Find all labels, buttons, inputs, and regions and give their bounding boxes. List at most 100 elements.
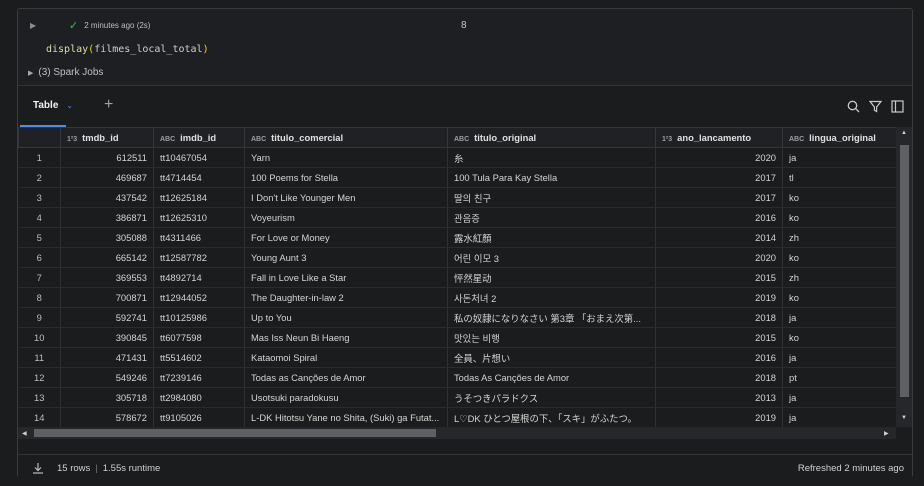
table-cell[interactable]: Up to You bbox=[244, 307, 448, 328]
vertical-scrollbar[interactable]: ▲ ▼ bbox=[896, 127, 912, 427]
table-row[interactable]: 5 305088 tt4311466 For Love or Money 露水紅顏 201… bbox=[18, 227, 896, 248]
panel-toggle-icon[interactable] bbox=[890, 99, 904, 113]
table-cell[interactable]: ja bbox=[782, 407, 896, 427]
table-cell[interactable]: Todas as Canções de Amor bbox=[244, 367, 448, 388]
table-cell[interactable]: tt12587782 bbox=[153, 247, 245, 268]
table-cell[interactable]: Voyeurism bbox=[244, 207, 448, 228]
add-tab-icon[interactable]: + bbox=[104, 96, 113, 114]
table-cell[interactable]: 2015 bbox=[655, 327, 783, 348]
table-row[interactable]: 11 471431 tt5514602 Kataomoi Spiral 全員、片想い 20… bbox=[18, 347, 896, 368]
table-cell[interactable]: 2017 bbox=[655, 187, 783, 208]
search-icon[interactable] bbox=[846, 99, 860, 113]
row-number[interactable]: 14 bbox=[18, 407, 61, 427]
table-cell[interactable]: 2019 bbox=[655, 287, 783, 308]
row-number[interactable]: 2 bbox=[18, 167, 61, 188]
table-cell[interactable]: 全員、片想い bbox=[447, 347, 656, 368]
table-row[interactable]: 7 369553 tt4892714 Fall in Love Like a Star… bbox=[18, 267, 896, 288]
column-header-imdb_id[interactable]: ABC imdb_id bbox=[153, 127, 245, 148]
table-cell[interactable]: 露水紅顏 bbox=[447, 227, 656, 248]
filter-icon[interactable] bbox=[868, 99, 882, 113]
code-editor[interactable]: display(filmes_local_total) bbox=[18, 43, 912, 69]
table-cell[interactable]: ko bbox=[782, 327, 896, 348]
scroll-up-icon[interactable]: ▲ bbox=[901, 130, 907, 136]
row-number[interactable]: 4 bbox=[18, 207, 61, 228]
table-row[interactable]: 8 700871 tt12944052 The Daughter-in-law 2 사돈… bbox=[18, 287, 896, 308]
table-cell[interactable]: L♡DK ひとつ屋根の下、「スキ」がふたつ。 bbox=[447, 407, 656, 427]
table-cell[interactable]: 2020 bbox=[655, 247, 783, 268]
table-cell[interactable]: 700871 bbox=[60, 287, 154, 308]
row-number[interactable]: 8 bbox=[18, 287, 61, 308]
table-cell[interactable]: 어린 이모 3 bbox=[447, 247, 656, 268]
horizontal-scroll-thumb[interactable] bbox=[34, 429, 436, 437]
table-cell[interactable]: ko bbox=[782, 247, 896, 268]
table-cell[interactable]: 糸 bbox=[447, 147, 656, 168]
table-cell[interactable]: Usotsuki paradokusu bbox=[244, 387, 448, 408]
table-cell[interactable]: 私の奴隷になりなさい 第3章 「おまえ次第... bbox=[447, 307, 656, 328]
table-cell[interactable]: tt4892714 bbox=[153, 267, 245, 288]
table-cell[interactable]: tt4311466 bbox=[153, 227, 245, 248]
table-cell[interactable]: tt5514602 bbox=[153, 347, 245, 368]
table-cell[interactable]: I Don't Like Younger Men bbox=[244, 187, 448, 208]
download-icon[interactable] bbox=[32, 462, 44, 474]
table-cell[interactable]: ja bbox=[782, 147, 896, 168]
table-cell[interactable]: 305088 bbox=[60, 227, 154, 248]
tab-table[interactable]: Table ⌄ bbox=[20, 86, 73, 127]
column-header-titulo_comercial[interactable]: ABC titulo_comercial bbox=[244, 127, 448, 148]
table-cell[interactable]: ko bbox=[782, 287, 896, 308]
table-cell[interactable]: 딸의 친구 bbox=[447, 187, 656, 208]
table-cell[interactable]: Young Aunt 3 bbox=[244, 247, 448, 268]
table-cell[interactable]: ko bbox=[782, 207, 896, 228]
table-cell[interactable]: 471431 bbox=[60, 347, 154, 368]
table-cell[interactable]: 2016 bbox=[655, 347, 783, 368]
scroll-left-icon[interactable]: ◀ bbox=[22, 430, 27, 437]
table-cell[interactable]: 2016 bbox=[655, 207, 783, 228]
table-cell[interactable]: 100 Tula Para Kay Stella bbox=[447, 167, 656, 188]
table-cell[interactable]: 386871 bbox=[60, 207, 154, 228]
row-number[interactable]: 7 bbox=[18, 267, 61, 288]
table-row[interactable]: 10 390845 tt6077598 Mas Iss Neun Bi Haeng 맛있… bbox=[18, 327, 896, 348]
table-row[interactable]: 13 305718 tt2984080 Usotsuki paradokusu うそつき… bbox=[18, 387, 896, 408]
table-cell[interactable]: 맛있는 비행 bbox=[447, 327, 656, 348]
column-header-ano_lancamento[interactable]: 1²3 ano_lancamento bbox=[655, 127, 783, 148]
row-number[interactable]: 5 bbox=[18, 227, 61, 248]
table-cell[interactable]: 390845 bbox=[60, 327, 154, 348]
table-cell[interactable]: 사돈처녀 2 bbox=[447, 287, 656, 308]
table-cell[interactable]: 549246 bbox=[60, 367, 154, 388]
table-cell[interactable]: 2020 bbox=[655, 147, 783, 168]
row-number[interactable]: 10 bbox=[18, 327, 61, 348]
table-cell[interactable]: 100 Poems for Stella bbox=[244, 167, 448, 188]
row-number[interactable]: 9 bbox=[18, 307, 61, 328]
table-cell[interactable]: L-DK Hitotsu Yane no Shita, (Suki) ga Fu… bbox=[244, 407, 448, 427]
table-cell[interactable]: zh bbox=[782, 227, 896, 248]
table-row[interactable]: 4 386871 tt12625310 Voyeurism 관음증 2016 ko bbox=[18, 207, 896, 228]
row-number[interactable]: 11 bbox=[18, 347, 61, 368]
table-row[interactable]: 6 665142 tt12587782 Young Aunt 3 어린 이모 3 2020… bbox=[18, 247, 896, 268]
table-cell[interactable]: ko bbox=[782, 187, 896, 208]
table-row[interactable]: 3 437542 tt12625184 I Don't Like Younger Me… bbox=[18, 187, 896, 208]
column-header-titulo_original[interactable]: ABC titulo_original bbox=[447, 127, 656, 148]
table-cell[interactable]: うそつきパラドクス bbox=[447, 387, 656, 408]
scroll-down-icon[interactable]: ▼ bbox=[901, 415, 907, 421]
table-cell[interactable]: tt12625310 bbox=[153, 207, 245, 228]
table-cell[interactable]: Todas As Canções de Amor bbox=[447, 367, 656, 388]
table-cell[interactable]: 437542 bbox=[60, 187, 154, 208]
table-cell[interactable]: 2015 bbox=[655, 267, 783, 288]
table-cell[interactable]: 2018 bbox=[655, 367, 783, 388]
horizontal-scrollbar[interactable]: ◀ ▶ bbox=[18, 427, 896, 439]
table-cell[interactable]: 2013 bbox=[655, 387, 783, 408]
table-cell[interactable]: ja bbox=[782, 347, 896, 368]
table-cell[interactable]: pt bbox=[782, 367, 896, 388]
table-cell[interactable]: 612511 bbox=[60, 147, 154, 168]
table-row[interactable]: 2 469687 tt4714454 100 Poems for Stella 100 … bbox=[18, 167, 896, 188]
table-cell[interactable]: 2019 bbox=[655, 407, 783, 427]
table-cell[interactable]: tt2984080 bbox=[153, 387, 245, 408]
table-cell[interactable]: The Daughter-in-law 2 bbox=[244, 287, 448, 308]
table-row[interactable]: 14 578672 tt9105026 L-DK Hitotsu Yane no Sh… bbox=[18, 407, 896, 427]
column-header-tmdb_id[interactable]: 1²3 tmdb_id bbox=[60, 127, 154, 148]
row-number[interactable]: 3 bbox=[18, 187, 61, 208]
row-number[interactable]: 1 bbox=[18, 147, 61, 168]
table-cell[interactable]: tt10125986 bbox=[153, 307, 245, 328]
table-cell[interactable]: tt12625184 bbox=[153, 187, 245, 208]
table-cell[interactable]: Kataomoi Spiral bbox=[244, 347, 448, 368]
table-cell[interactable]: tt12944052 bbox=[153, 287, 245, 308]
